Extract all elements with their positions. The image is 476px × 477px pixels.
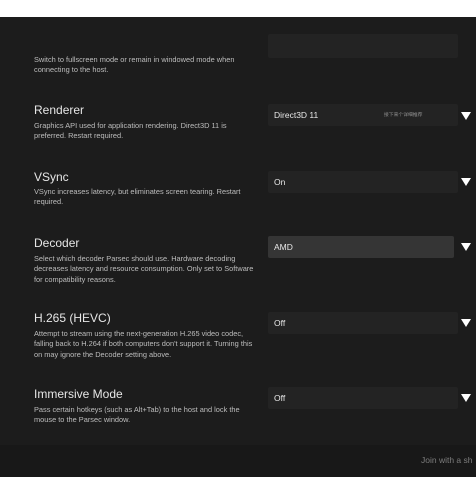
- immersive-chevron-down-icon[interactable]: [461, 394, 471, 402]
- immersive-title: Immersive Mode: [34, 387, 123, 401]
- settings-panel: Switch to fullscreen mode or remain in w…: [0, 17, 476, 477]
- vsync-select[interactable]: On: [268, 171, 458, 193]
- bottom-bar: Join with a sh: [0, 445, 476, 477]
- decoder-chevron-down-icon[interactable]: [461, 243, 471, 251]
- renderer-chevron-down-icon[interactable]: [461, 112, 471, 120]
- vsync-select-value: On: [274, 177, 286, 187]
- renderer-description: Graphics API used for application render…: [34, 121, 227, 141]
- decoder-description: Select which decoder Parsec should use. …: [34, 254, 254, 284]
- h265-chevron-down-icon[interactable]: [461, 319, 471, 327]
- decoder-select-value: AMD: [274, 242, 293, 252]
- join-link[interactable]: Join with a sh: [421, 455, 473, 465]
- vsync-title: VSync: [34, 170, 69, 184]
- decoder-select[interactable]: AMD: [268, 236, 454, 258]
- h265-description: Attempt to stream using the next-generat…: [34, 329, 253, 359]
- renderer-select[interactable]: Direct3D 11 接下来个详细推荐: [268, 104, 458, 126]
- h265-title: H.265 (HEVC): [34, 311, 111, 325]
- fullscreen-select[interactable]: [268, 34, 458, 58]
- vsync-description: VSync increases latency, but eliminates …: [34, 187, 241, 207]
- renderer-select-hint: 接下来个详细推荐: [384, 113, 423, 118]
- immersive-select[interactable]: Off: [268, 387, 458, 409]
- fullscreen-description: Switch to fullscreen mode or remain in w…: [34, 55, 235, 75]
- h265-select-value: Off: [274, 318, 286, 328]
- vsync-chevron-down-icon[interactable]: [461, 178, 471, 186]
- immersive-description: Pass certain hotkeys (such as Alt+Tab) t…: [34, 405, 240, 425]
- h265-select[interactable]: Off: [268, 312, 458, 334]
- renderer-select-value: Direct3D 11: [274, 110, 319, 120]
- immersive-select-value: Off: [274, 393, 286, 403]
- decoder-title: Decoder: [34, 236, 80, 250]
- renderer-title: Renderer: [34, 103, 85, 117]
